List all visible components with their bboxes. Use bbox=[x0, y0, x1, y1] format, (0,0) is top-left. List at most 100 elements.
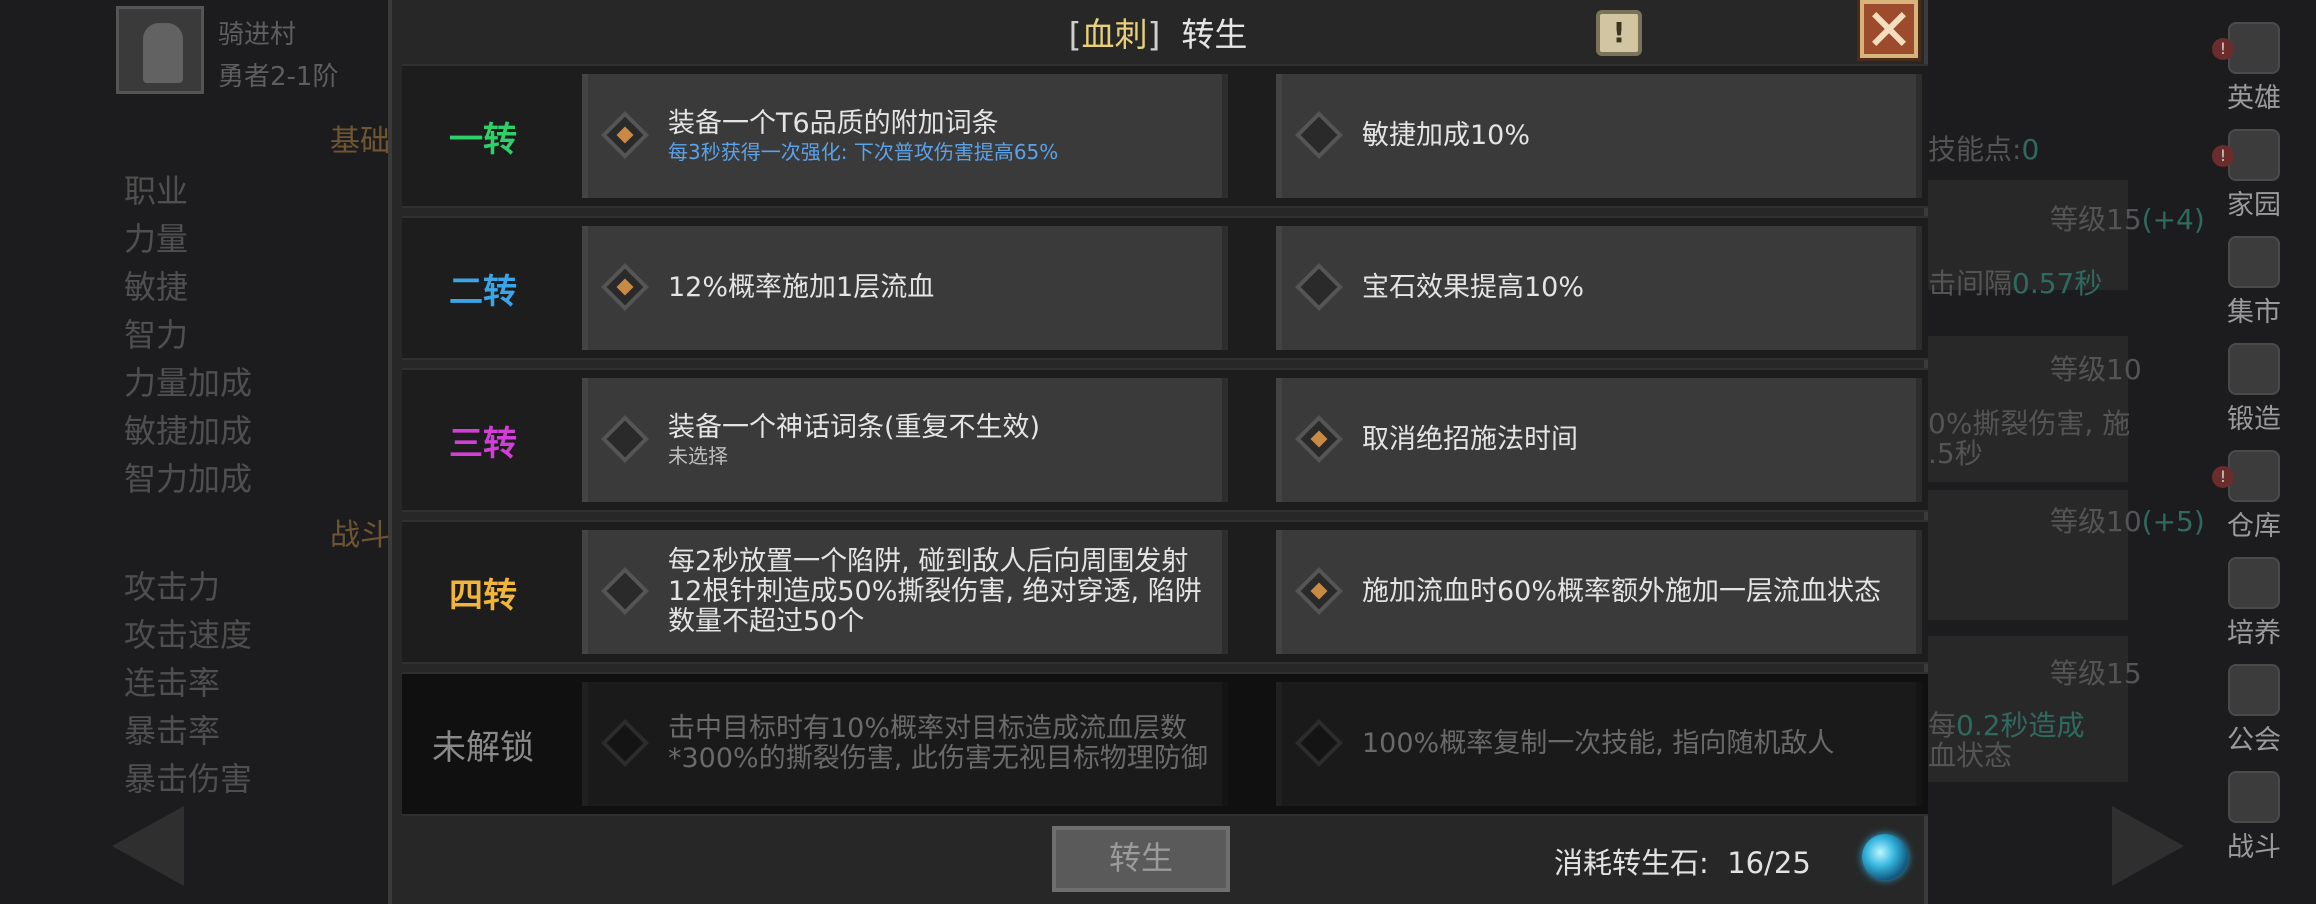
nav-label: 家园 bbox=[2227, 190, 2281, 221]
stat-label: 智力加成 bbox=[124, 460, 253, 498]
side-nav: ! 英雄! 家园 集市 锻造! 仓库 培养 公会 战斗 bbox=[2206, 18, 2302, 874]
alert-icon: ! bbox=[2212, 466, 2234, 488]
section-battle: 战斗 bbox=[330, 518, 390, 553]
tier-label: 一转 bbox=[449, 119, 517, 160]
home-icon bbox=[2228, 129, 2280, 181]
stat-label: 攻击速度 bbox=[124, 616, 253, 654]
tier-label: 三转 bbox=[449, 423, 517, 464]
section-basic: 基础 bbox=[330, 124, 390, 159]
info-button[interactable]: ! bbox=[1596, 10, 1642, 56]
alert-icon: ! bbox=[2212, 38, 2234, 60]
stat-label: 力量加成 bbox=[124, 364, 253, 402]
talent-option[interactable]: 施加流血时60%概率额外施加一层流血状态 bbox=[1276, 530, 1922, 654]
rebirth-button[interactable]: 转生 bbox=[1052, 826, 1230, 892]
nav-item[interactable]: 公会 bbox=[2206, 660, 2302, 767]
selection-diamond-icon bbox=[1294, 110, 1346, 162]
stat-label: 敏捷 bbox=[124, 268, 189, 306]
nav-item[interactable]: 集市 bbox=[2206, 232, 2302, 339]
guild-icon bbox=[2228, 664, 2280, 716]
talent-option[interactable]: 12%概率施加1层流血 bbox=[582, 226, 1228, 350]
selection-diamond-icon bbox=[600, 414, 652, 466]
anvil-icon bbox=[2228, 343, 2280, 395]
rebirth-stone-icon bbox=[1862, 834, 1908, 880]
skill-info-line: 等级10(+5) bbox=[2050, 505, 2205, 538]
option-text: 装备一个神话词条(重复不生效) bbox=[668, 412, 1041, 443]
option-text: 施加流血时60%概率额外施加一层流血状态 bbox=[1362, 576, 1882, 607]
selection-diamond-icon bbox=[600, 718, 652, 770]
nav-label: 培养 bbox=[2227, 618, 2281, 649]
skill-info-line: 击间隔0.57秒 bbox=[1928, 267, 2103, 300]
option-text: 12%概率施加1层流血 bbox=[668, 272, 935, 303]
option-text: 击中目标时有10%概率对目标造成流血层数*300%的撕裂伤害, 此伤害无视目标物… bbox=[668, 713, 1208, 774]
selection-diamond-icon bbox=[1294, 414, 1346, 466]
modal-title: [血刺] 转生 bbox=[1068, 15, 1248, 54]
hero-rank: 勇者2-1阶 bbox=[218, 62, 339, 92]
nav-item[interactable]: 战斗 bbox=[2206, 767, 2302, 874]
skill-points: 技能点:0 bbox=[1928, 133, 2040, 166]
nav-item[interactable]: ! 家园 bbox=[2206, 125, 2302, 232]
rebirth-tier-row: 四转 每2秒放置一个陷阱, 碰到敌人后向周围发射12根针刺造成50%撕裂伤害, 绝… bbox=[402, 520, 1928, 664]
talent-option[interactable]: 取消绝招施法时间 bbox=[1276, 378, 1922, 502]
rebirth-tier-row: 未解锁 击中目标时有10%概率对目标造成流血层数*300%的撕裂伤害, 此伤害无视… bbox=[402, 672, 1928, 816]
stat-label: 连击率 bbox=[124, 664, 221, 702]
talent-option[interactable]: 装备一个神话词条(重复不生效) 未选择 bbox=[582, 378, 1228, 502]
battle-portal-icon bbox=[2228, 771, 2280, 823]
skill-info-line: 等级10 bbox=[2050, 353, 2142, 386]
talent-option: 击中目标时有10%概率对目标造成流血层数*300%的撕裂伤害, 此伤害无视目标物… bbox=[582, 682, 1228, 806]
talent-option[interactable]: 装备一个T6品质的附加词条 每3秒获得一次强化: 下次普攻伤害提高65% bbox=[582, 74, 1228, 198]
nav-item[interactable]: 锻造 bbox=[2206, 339, 2302, 446]
option-text: 每2秒放置一个陷阱, 碰到敌人后向周围发射12根针刺造成50%撕裂伤害, 绝对穿… bbox=[668, 546, 1202, 637]
rebirth-cost: 消耗转生石: 16/25 bbox=[1554, 846, 1811, 880]
stat-label: 敏捷加成 bbox=[124, 412, 253, 450]
skill-info-line: 等级15(+4) bbox=[2050, 203, 2205, 236]
nav-label: 锻造 bbox=[2227, 404, 2281, 435]
next-arrow[interactable] bbox=[2112, 806, 2184, 886]
rebirth-tier-row: 一转 装备一个T6品质的附加词条 每3秒获得一次强化: 下次普攻伤害提高65% 敏捷加… bbox=[402, 64, 1928, 208]
nav-label: 战斗 bbox=[2227, 832, 2281, 863]
tier-label: 未解锁 bbox=[432, 727, 534, 768]
selection-diamond-icon bbox=[600, 262, 652, 314]
option-text: 100%概率复制一次技能, 指向随机敌人 bbox=[1362, 728, 1835, 759]
prev-arrow[interactable] bbox=[112, 806, 184, 886]
option-text: 敏捷加成10% bbox=[1362, 120, 1531, 151]
stat-label: 智力 bbox=[124, 316, 189, 354]
market-icon bbox=[2228, 236, 2280, 288]
nav-label: 英雄 bbox=[2227, 83, 2281, 114]
hero-name: 骑进村 bbox=[218, 20, 297, 50]
rebirth-modal: [血刺] 转生 ! 一转 装备一个T6品质的附加词条 每3秒获得一次强化: 下次普攻… bbox=[388, 0, 1928, 904]
tier-label: 二转 bbox=[449, 271, 517, 312]
skill-info-line: 等级15 bbox=[2050, 657, 2142, 690]
stat-label: 攻击力 bbox=[124, 568, 221, 606]
talent-option[interactable]: 每2秒放置一个陷阱, 碰到敌人后向周围发射12根针刺造成50%撕裂伤害, 绝对穿… bbox=[582, 530, 1228, 654]
selection-diamond-icon bbox=[1294, 262, 1346, 314]
nav-label: 公会 bbox=[2227, 725, 2281, 756]
selection-diamond-icon bbox=[600, 110, 652, 162]
skill-info-line: 血状态 bbox=[1928, 739, 2013, 772]
rebirth-tier-row: 二转 12%概率施加1层流血 宝石效果提高10% bbox=[402, 216, 1928, 360]
nav-label: 集市 bbox=[2227, 297, 2281, 328]
talent-option[interactable]: 宝石效果提高10% bbox=[1276, 226, 1922, 350]
option-text: 取消绝招施法时间 bbox=[1362, 424, 1578, 455]
selection-diamond-icon bbox=[600, 566, 652, 618]
nav-item[interactable]: ! 仓库 bbox=[2206, 446, 2302, 553]
close-button[interactable] bbox=[1860, 0, 1918, 58]
hero-icon bbox=[2228, 22, 2280, 74]
rebirth-tier-row: 三转 装备一个神话词条(重复不生效) 未选择 取消绝招施法时间 bbox=[402, 368, 1928, 512]
option-subtext: 每3秒获得一次强化: 下次普攻伤害提高65% bbox=[668, 140, 1059, 164]
hero-avatar bbox=[116, 6, 204, 94]
option-subtext: 未选择 bbox=[668, 444, 728, 468]
nav-label: 仓库 bbox=[2227, 511, 2281, 542]
stat-label: 力量 bbox=[124, 220, 189, 258]
option-text: 宝石效果提高10% bbox=[1362, 272, 1585, 303]
nav-item[interactable]: 培养 bbox=[2206, 553, 2302, 660]
selection-diamond-icon bbox=[1294, 566, 1346, 618]
nav-item[interactable]: ! 英雄 bbox=[2206, 18, 2302, 125]
stat-label: 职业 bbox=[124, 172, 189, 210]
alert-icon: ! bbox=[2212, 145, 2234, 167]
stat-label: 暴击率 bbox=[124, 712, 221, 750]
tier-label: 四转 bbox=[449, 575, 517, 616]
skill-info-line: .5秒 bbox=[1928, 437, 1983, 470]
talent-option[interactable]: 敏捷加成10% bbox=[1276, 74, 1922, 198]
option-text: 装备一个T6品质的附加词条 bbox=[668, 108, 999, 139]
talent-option: 100%概率复制一次技能, 指向随机敌人 bbox=[1276, 682, 1922, 806]
